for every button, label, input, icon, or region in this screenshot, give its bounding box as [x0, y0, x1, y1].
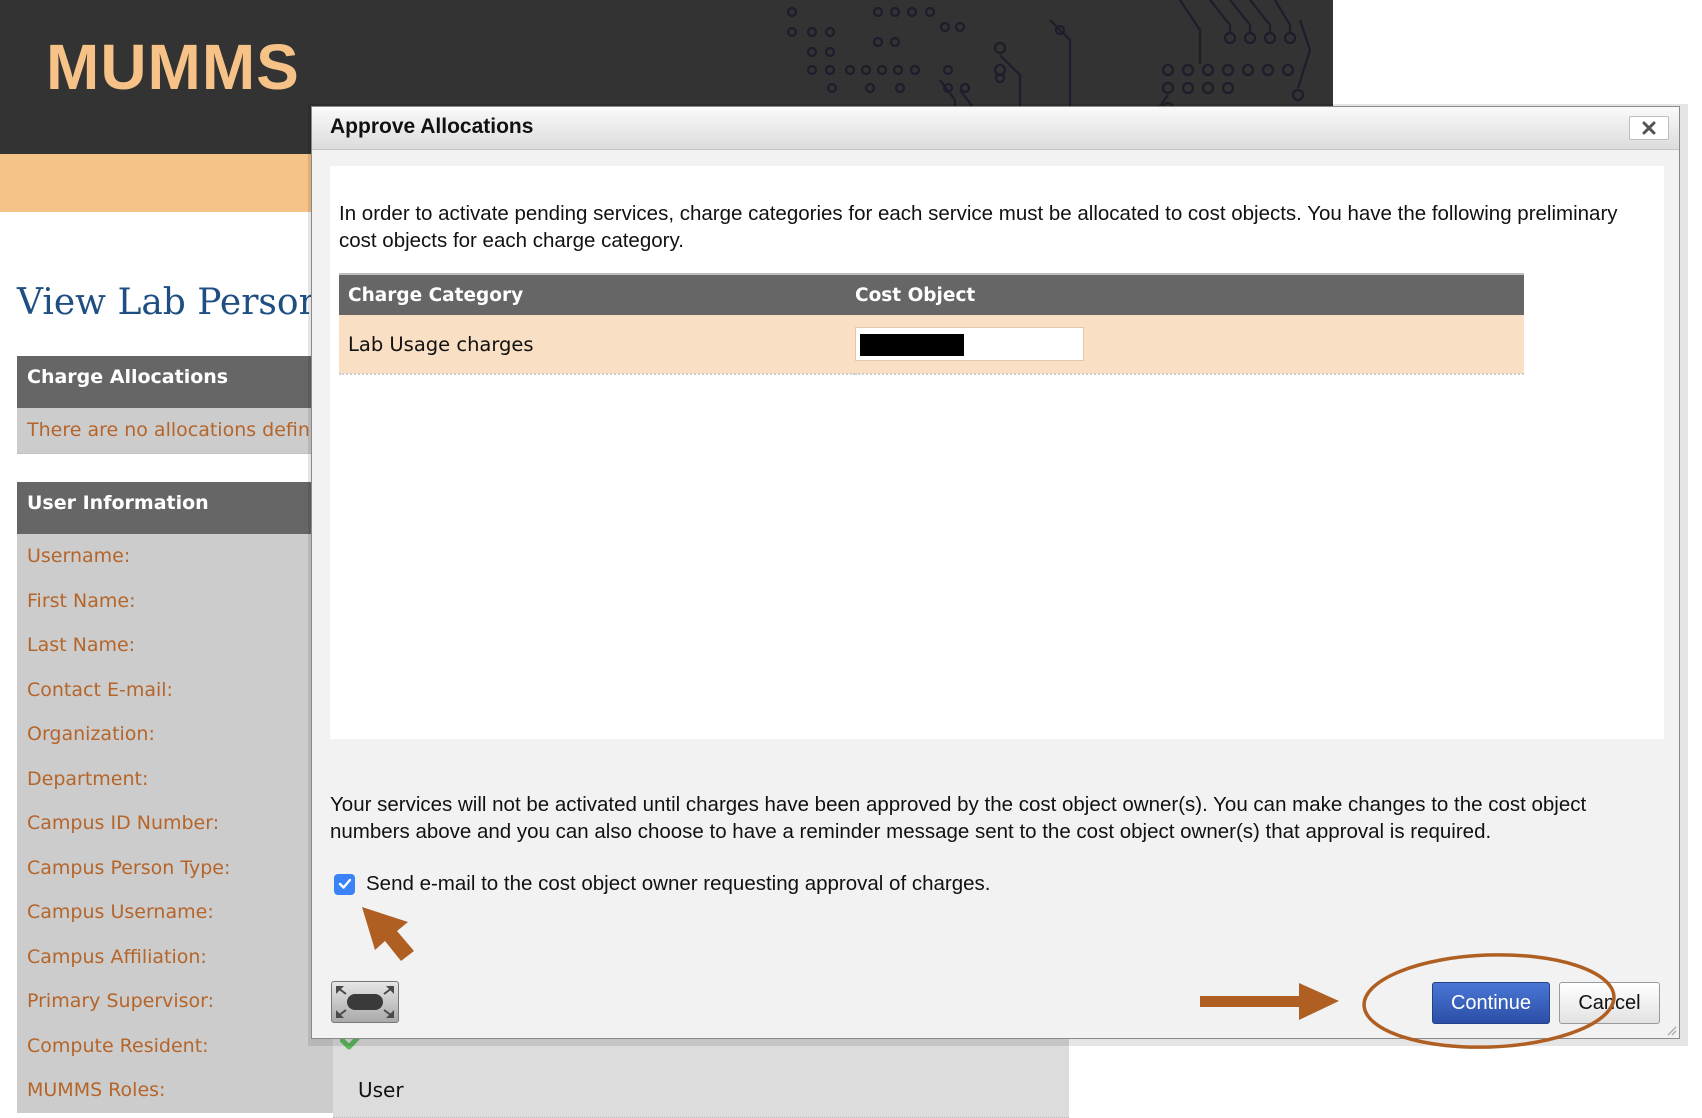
charge-category-cell: Lab Usage charges — [339, 315, 855, 375]
cancel-button[interactable]: Cancel — [1559, 982, 1660, 1024]
site-logo[interactable]: MUMMS — [46, 30, 300, 104]
user-info-label: Compute Resident: — [17, 1023, 333, 1068]
user-info-label: Campus Username: — [17, 890, 333, 935]
footer-text: Your services will not be activated unti… — [330, 793, 1587, 843]
resize-grip-icon[interactable] — [1665, 1024, 1677, 1036]
column-header-charge-category: Charge Category — [339, 273, 855, 315]
email-checkbox-label: Send e-mail to the cost object owner req… — [366, 872, 991, 895]
cost-object-cell — [855, 315, 1524, 375]
continue-button[interactable]: Continue — [1432, 982, 1550, 1024]
column-header-cost-object: Cost Object — [855, 273, 1524, 315]
user-info-value: User — [333, 1068, 1069, 1113]
intro-text: In order to activate pending services, c… — [339, 202, 1618, 252]
user-info-label: Primary Supervisor: — [17, 979, 333, 1024]
user-info-label: MUMMS Roles: — [17, 1068, 333, 1113]
panel-bottom — [333, 1112, 1069, 1118]
close-button[interactable] — [1629, 116, 1669, 140]
user-info-row: MUMMS Roles: User — [17, 1068, 1069, 1113]
dialog-content-panel: In order to activate pending services, c… — [330, 166, 1664, 739]
close-icon — [1642, 121, 1656, 135]
user-info-label: Last Name: — [17, 623, 333, 668]
dialog-title: Approve Allocations — [330, 115, 534, 138]
user-info-label: Campus Person Type: — [17, 845, 333, 890]
redacted-value — [860, 334, 964, 356]
table-header-row: Charge Category Cost Object — [339, 273, 1524, 315]
cost-object-input[interactable] — [855, 327, 1084, 361]
email-checkbox[interactable] — [334, 873, 355, 895]
maximize-icon — [336, 986, 394, 1018]
approve-allocations-dialog: Approve Allocations In order to activate… — [311, 106, 1680, 1039]
allocations-table: Charge Category Cost Object Lab Usage ch… — [339, 273, 1524, 375]
user-info-label: Campus Affiliation: — [17, 934, 333, 979]
user-info-label: Organization: — [17, 712, 333, 757]
user-info-label: Contact E-mail: — [17, 667, 333, 712]
dialog-titlebar[interactable]: Approve Allocations — [312, 107, 1679, 150]
user-info-label: Campus ID Number: — [17, 801, 333, 846]
user-info-label: First Name: — [17, 578, 333, 623]
email-checkbox-row[interactable]: Send e-mail to the cost object owner req… — [334, 872, 990, 896]
user-info-label: Username: — [17, 534, 333, 579]
table-row: Lab Usage charges — [339, 315, 1524, 375]
user-info-label: Department: — [17, 756, 333, 801]
checkmark-icon — [338, 878, 351, 889]
maximize-button[interactable] — [331, 981, 399, 1023]
